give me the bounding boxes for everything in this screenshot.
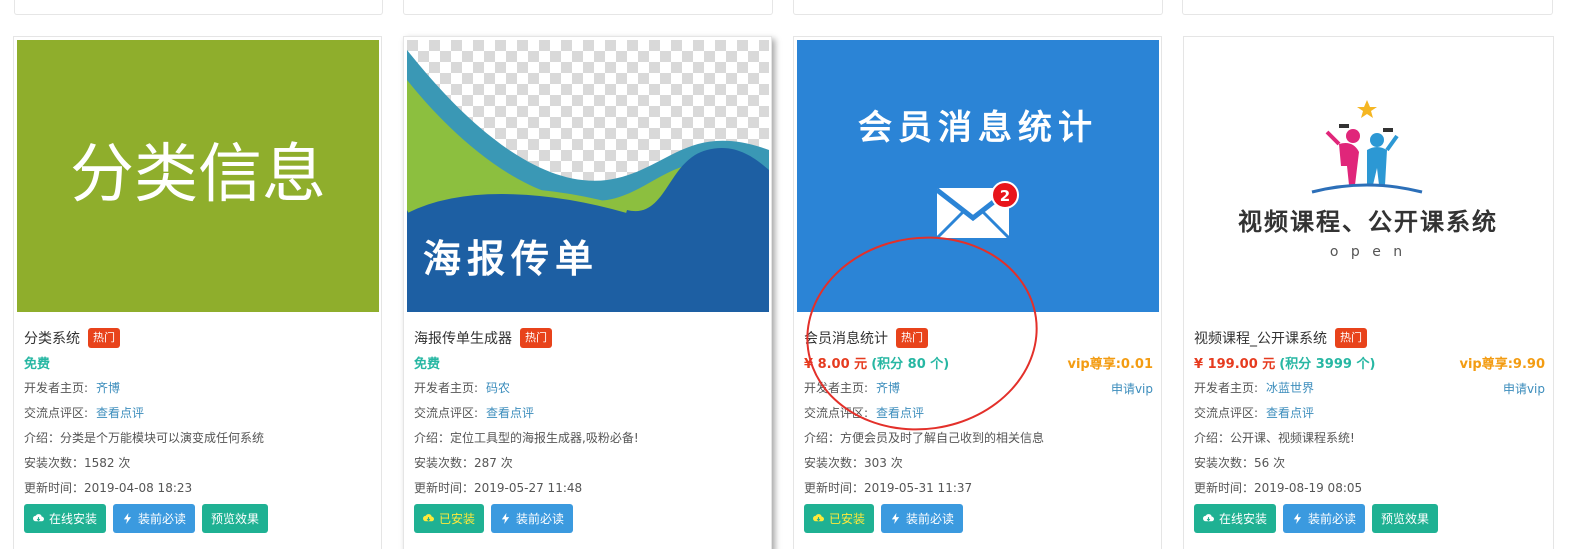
install-count: 安装次数：303 次 (804, 456, 903, 470)
button-label: 预览效果 (1381, 512, 1430, 526)
read-before-install-button[interactable]: 装前必读 (1283, 504, 1366, 533)
button-label: 已安装 (829, 512, 866, 526)
update-time: 更新时间：2019-05-27 11:48 (414, 481, 583, 495)
bolt-icon (1293, 513, 1302, 524)
apply-vip-link[interactable]: 申请vip (1111, 380, 1153, 397)
update-time: 更新时间：2019-04-08 18:23 (24, 481, 193, 495)
installed-button[interactable]: 已安装 (414, 504, 485, 533)
install-count: 安装次数：1582 次 (24, 456, 131, 470)
plugin-thumbnail[interactable]: 会员消息统计 2 (797, 40, 1159, 312)
button-label: 在线安装 (49, 512, 98, 526)
read-before-install-button[interactable]: 装前必读 (491, 504, 574, 533)
online-install-button[interactable]: 在线安装 (1194, 504, 1277, 533)
plugin-title[interactable]: 视频课程_公开课系统 (1194, 328, 1327, 348)
thumbnail-text: 视频课程、公开课系统 (1238, 207, 1498, 236)
vip-price: vip尊享:9.90 (1459, 357, 1545, 372)
bolt-icon (891, 513, 900, 524)
plugin-thumbnail[interactable]: 分类信息 (17, 40, 379, 312)
comments-label: 交流点评区: (1194, 406, 1259, 420)
price-free: 免费 (414, 357, 441, 372)
hot-badge: 热门 (520, 328, 552, 348)
points-price: (积分 80 个) (871, 357, 950, 372)
install-count: 安装次数：56 次 (1194, 456, 1286, 470)
comments-label: 交流点评区: (24, 406, 89, 420)
points-price: (积分 3999 个) (1279, 357, 1376, 372)
cloud-download-icon (813, 514, 824, 522)
bolt-icon (123, 513, 132, 524)
online-install-button[interactable]: 在线安装 (24, 504, 107, 533)
read-before-install-button[interactable]: 装前必读 (113, 504, 196, 533)
developer-link[interactable]: 码农 (486, 381, 510, 395)
plugin-intro: 介绍：分类是个万能模块可以演变成任何系统 (24, 431, 265, 445)
cloud-download-icon (1203, 514, 1214, 522)
thumbnail-text: 分类信息 (70, 138, 326, 212)
plugin-card: 分类信息 分类系统 热门 免费 开发者主页: 齐博 交流点评区: 查看点评 介绍：分… (13, 36, 382, 549)
price: ¥ 199.00 元 (1194, 357, 1276, 372)
plugin-title[interactable]: 海报传单生成器 (414, 328, 512, 348)
update-time: 更新时间：2019-08-19 08:05 (1194, 481, 1363, 495)
thumbnail-subtext: o p e n (1330, 244, 1406, 260)
plugin-intro: 介绍：定位工具型的海报生成器,吸粉必备! (414, 431, 639, 445)
button-label: 在线安装 (1219, 512, 1268, 526)
comments-link[interactable]: 查看点评 (486, 406, 534, 420)
top-card-partial (14, 0, 383, 15)
top-card-partial (793, 0, 1163, 15)
plugin-title[interactable]: 分类系统 (24, 328, 80, 348)
top-card-partial (1182, 0, 1553, 15)
button-label: 装前必读 (138, 512, 187, 526)
notification-count: 2 (1000, 187, 1010, 205)
price: ¥ 8.00 元 (804, 357, 868, 372)
cloud-download-icon (423, 514, 434, 522)
developer-label: 开发者主页: (24, 381, 89, 395)
comments-link[interactable]: 查看点评 (876, 406, 924, 420)
preview-button[interactable]: 预览效果 (1372, 504, 1439, 533)
thumbnail-text: 海报传单 (423, 236, 599, 281)
plugin-market-page: 分类信息 分类系统 热门 免费 开发者主页: 齐博 交流点评区: 查看点评 介绍：分… (0, 0, 1579, 549)
top-card-partial (403, 0, 773, 15)
developer-label: 开发者主页: (414, 381, 479, 395)
developer-label: 开发者主页: (1194, 381, 1259, 395)
developer-link[interactable]: 齐博 (876, 381, 900, 395)
install-count: 安装次数：287 次 (414, 456, 513, 470)
plugin-card: 海报传单 海报传单生成器 热门 免费 开发者主页: 码农 交流点评区: 查看点评 介… (403, 36, 772, 549)
price-free: 免费 (24, 357, 51, 372)
apply-vip-link[interactable]: 申请vip (1503, 380, 1545, 397)
button-label: 预览效果 (211, 512, 260, 526)
plugin-card: 会员消息统计 2 会员消息统计 热门 ¥ 8.00 元 (积分 80 个) vip… (793, 36, 1162, 549)
comments-label: 交流点评区: (804, 406, 869, 420)
hot-badge: 热门 (1335, 328, 1367, 348)
hot-badge: 热门 (88, 328, 120, 348)
developer-link[interactable]: 冰蓝世界 (1266, 381, 1314, 395)
read-before-install-button[interactable]: 装前必读 (881, 504, 964, 533)
installed-button[interactable]: 已安装 (804, 504, 875, 533)
bolt-icon (501, 513, 510, 524)
vip-price: vip尊享:0.01 (1067, 357, 1153, 372)
comments-label: 交流点评区: (414, 406, 479, 420)
update-time: 更新时间：2019-05-31 11:37 (804, 481, 973, 495)
plugin-intro: 介绍：公开课、视频课程系统! (1194, 431, 1355, 445)
button-label: 装前必读 (906, 512, 955, 526)
comments-link[interactable]: 查看点评 (96, 406, 144, 420)
plugin-title[interactable]: 会员消息统计 (804, 328, 888, 348)
developer-label: 开发者主页: (804, 381, 869, 395)
plugin-thumbnail[interactable]: 视频课程、公开课系统 o p e n (1187, 40, 1549, 312)
button-label: 已安装 (439, 512, 476, 526)
button-label: 装前必读 (1308, 512, 1357, 526)
preview-button[interactable]: 预览效果 (202, 504, 269, 533)
button-label: 装前必读 (516, 512, 565, 526)
comments-link[interactable]: 查看点评 (1266, 406, 1314, 420)
plugin-card: 视频课程、公开课系统 o p e n 视频课程_公开课系统 热门 ¥ 199.0… (1183, 36, 1554, 549)
hot-badge: 热门 (896, 328, 928, 348)
plugin-thumbnail[interactable]: 海报传单 (407, 40, 769, 312)
plugin-intro: 介绍：方便会员及时了解自己收到的相关信息 (804, 431, 1045, 445)
thumbnail-text: 会员消息统计 (858, 108, 1098, 148)
cloud-download-icon (33, 514, 44, 522)
developer-link[interactable]: 齐博 (96, 381, 120, 395)
